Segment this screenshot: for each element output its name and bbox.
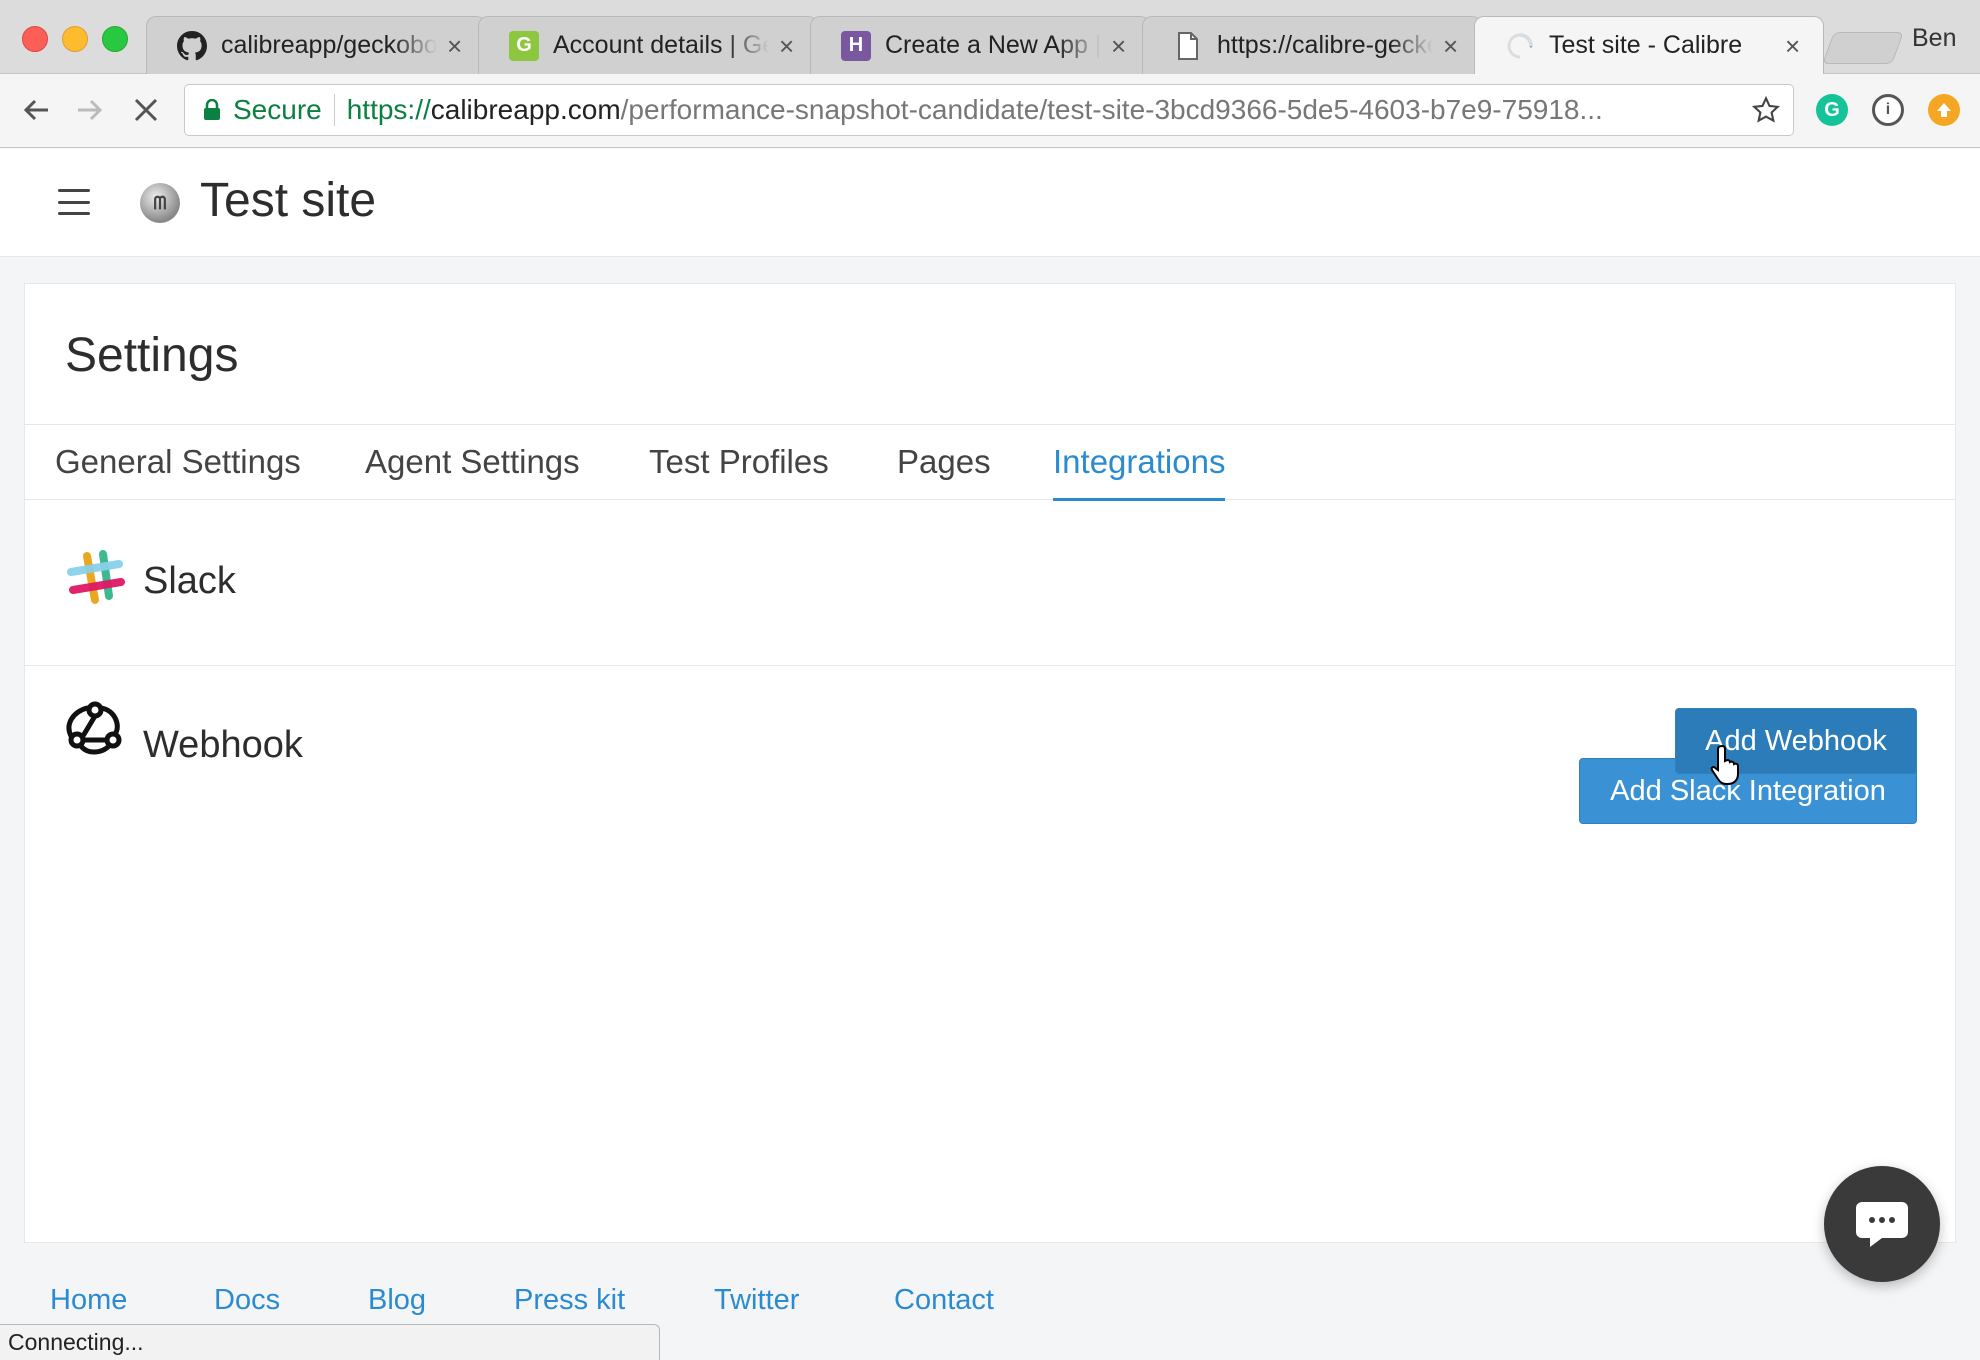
tab-pages[interactable]: Pages xyxy=(897,443,991,501)
stop-x-icon xyxy=(134,98,158,122)
settings-card: Settings General Settings Agent Settings… xyxy=(24,283,1956,1243)
site-logo: ᗰ xyxy=(140,183,180,223)
loading-spinner-icon xyxy=(1505,31,1535,61)
settings-heading: Settings xyxy=(65,329,239,382)
footer-link-twitter[interactable]: Twitter xyxy=(714,1284,799,1317)
stop-loading-button[interactable] xyxy=(126,90,166,130)
tab-title: Account details | Geckoboard xyxy=(553,31,769,59)
new-tab-button[interactable] xyxy=(1822,32,1904,64)
browser-toolbar: Secure https://calibreapp.com/performanc… xyxy=(0,74,1980,148)
tab-integrations[interactable]: Integrations xyxy=(1053,443,1226,501)
heroku-icon: H xyxy=(841,30,871,61)
close-icon[interactable]: × xyxy=(447,33,467,59)
profile-name[interactable]: Ben xyxy=(1912,24,1956,53)
grammarly-extension-icon[interactable]: G xyxy=(1816,94,1848,126)
tab-title: Create a New App | Heroku xyxy=(885,31,1101,59)
chat-icon xyxy=(1856,1202,1908,1247)
tab-test-profiles[interactable]: Test Profiles xyxy=(649,443,829,501)
geckoboard-icon: G xyxy=(509,30,539,61)
url-path: /performance-snapshot-candidate/test-sit… xyxy=(620,94,1603,125)
browser-tabstrip: calibreapp/geckoboard × G Account detail… xyxy=(0,0,1980,74)
address-bar[interactable]: Secure https://calibreapp.com/performanc… xyxy=(184,84,1794,136)
app-header: ᗰ Test site xyxy=(0,149,1980,257)
browser-status-bar: Connecting... xyxy=(0,1324,660,1360)
back-button[interactable] xyxy=(16,90,56,130)
settings-tabs: General Settings Agent Settings Test Pro… xyxy=(25,424,1955,501)
browser-tab-heroku[interactable]: H Create a New App | Heroku × xyxy=(810,16,1150,74)
close-icon[interactable]: × xyxy=(1785,33,1805,59)
browser-tab-github[interactable]: calibreapp/geckoboard × xyxy=(146,16,486,74)
github-icon xyxy=(177,30,207,61)
integration-name: Webhook xyxy=(143,724,303,766)
browser-tab-geckoboard[interactable]: G Account details | Geckoboard × xyxy=(478,16,818,74)
integration-row-slack: Slack Add Slack Integration xyxy=(25,502,1955,824)
tab-title: https://calibre-geckoboard xyxy=(1217,31,1433,59)
secure-label: Secure xyxy=(233,94,322,125)
window-minimize-button[interactable] xyxy=(62,26,88,52)
integration-row-webhook: Webhook Add Webhook xyxy=(25,666,1955,830)
browser-tab-test-site[interactable]: Test site - Calibre × xyxy=(1474,16,1824,74)
back-arrow-icon xyxy=(23,99,48,121)
onepassword-extension-icon[interactable]: i xyxy=(1872,94,1904,126)
footer-link-home[interactable]: Home xyxy=(50,1284,127,1317)
tab-title: calibreapp/geckoboard xyxy=(221,31,437,59)
forward-button[interactable] xyxy=(70,90,110,130)
hamburger-menu-icon[interactable] xyxy=(58,189,90,215)
document-icon xyxy=(1173,31,1203,61)
url-host: calibreapp.com xyxy=(430,94,621,125)
url-scheme: https:// xyxy=(346,94,431,125)
window-close-button[interactable] xyxy=(22,26,48,52)
window-zoom-button[interactable] xyxy=(102,26,128,52)
tab-title: Test site - Calibre xyxy=(1549,31,1743,59)
close-icon[interactable]: × xyxy=(779,33,799,59)
omnibox-divider xyxy=(333,94,335,126)
bookmark-star-icon[interactable] xyxy=(1749,93,1783,127)
close-icon[interactable]: × xyxy=(1111,33,1131,59)
update-extension-icon[interactable] xyxy=(1928,94,1960,126)
integration-name: Slack xyxy=(143,560,236,602)
webhook-icon xyxy=(66,701,122,755)
browser-tab-calibre-geckoboard[interactable]: https://calibre-geckoboard × xyxy=(1142,16,1482,74)
tab-agent-settings[interactable]: Agent Settings xyxy=(365,443,580,501)
forward-arrow-icon xyxy=(78,99,103,121)
page-title: Test site xyxy=(200,174,377,227)
footer-link-docs[interactable]: Docs xyxy=(214,1284,280,1317)
footer-link-blog[interactable]: Blog xyxy=(368,1284,426,1317)
slack-icon xyxy=(67,550,125,604)
footer-link-contact[interactable]: Contact xyxy=(894,1284,994,1317)
footer-link-press-kit[interactable]: Press kit xyxy=(514,1284,625,1317)
hand-pointer-cursor-icon xyxy=(1710,744,1739,785)
tab-general-settings[interactable]: General Settings xyxy=(55,443,301,501)
lock-icon xyxy=(204,99,220,120)
close-icon[interactable]: × xyxy=(1443,33,1463,59)
